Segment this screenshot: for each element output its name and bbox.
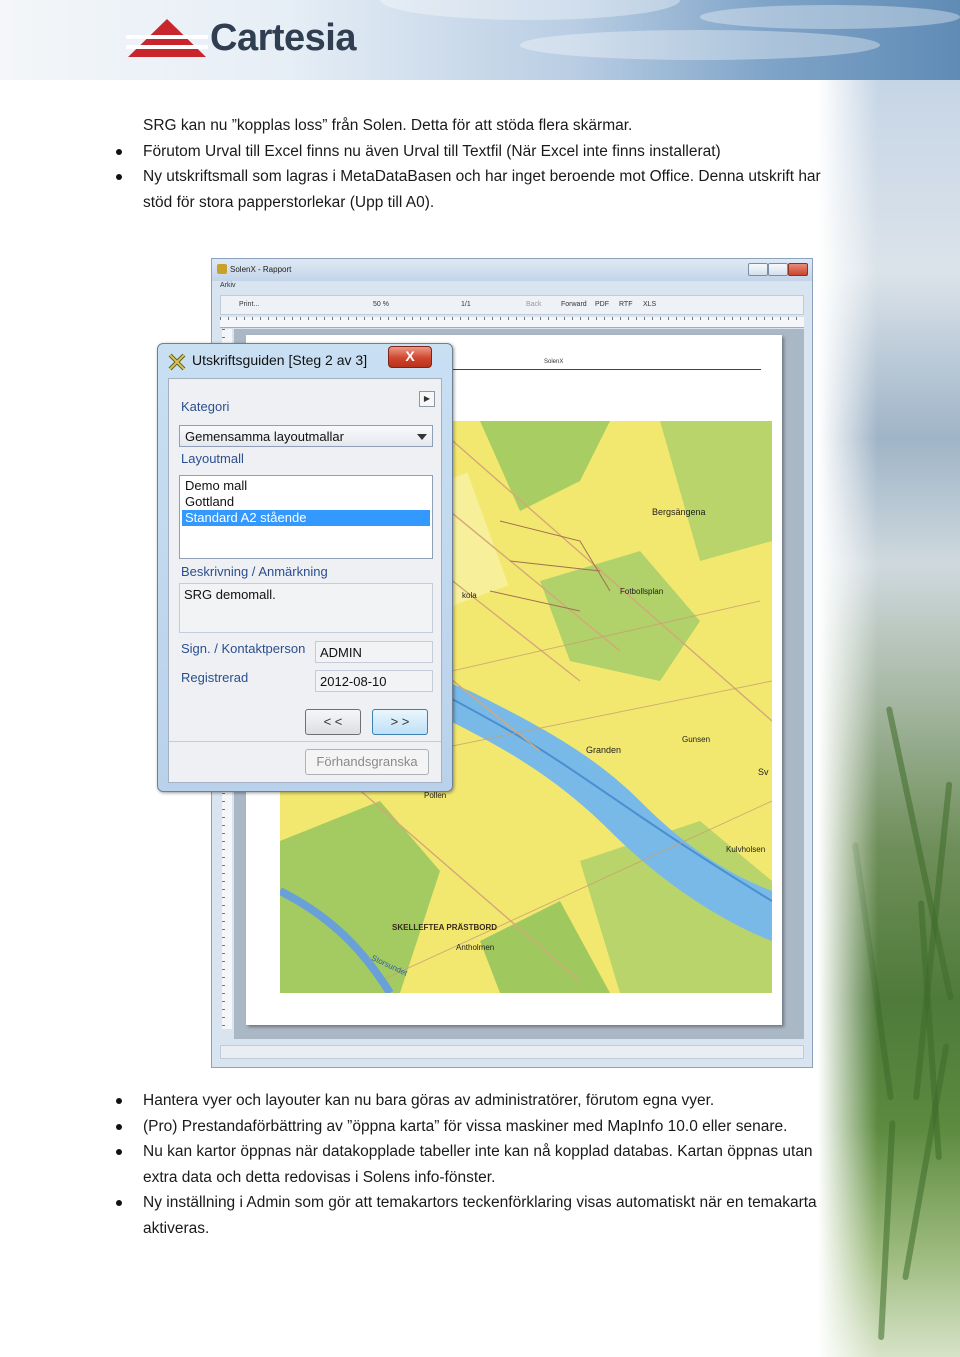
beskrivning-field[interactable]: SRG demomall. (179, 583, 433, 633)
horizontal-ruler (220, 317, 804, 328)
window-titlebar: SolenX - Rapport (212, 259, 812, 281)
minimize-icon[interactable] (748, 263, 768, 276)
forward-button[interactable]: Forward (561, 301, 587, 308)
intro-text: SRG kan nu ”kopplas loss” från Solen. De… (116, 113, 843, 215)
layoutmall-label: Layoutmall (181, 451, 244, 466)
dialog-close-button[interactable]: X (388, 346, 432, 368)
list-item-selected[interactable]: Standard A2 stående (182, 510, 430, 526)
logo-mark-icon (126, 19, 208, 57)
logo-text: Cartesia (210, 16, 356, 59)
registrerad-label: Registrerad (181, 670, 249, 685)
app-icon (217, 264, 227, 274)
dialog-title: Utskriftsguiden [Steg 2 av 3] (192, 352, 368, 368)
map-label: Pollen (424, 791, 447, 800)
back-button[interactable]: Back (526, 301, 542, 308)
print-button[interactable]: Print... (239, 301, 259, 308)
header-banner: Cartesia (0, 0, 960, 80)
bullet-item: (Pro) Prestandaförbättring av ”öppna kar… (116, 1114, 843, 1140)
dialog-body: Kategori ▶ Gemensamma layoutmallar Layou… (168, 378, 442, 783)
map-label: Granden (586, 745, 622, 755)
horizontal-scrollbar[interactable] (220, 1045, 804, 1059)
beskrivning-value: SRG demomall. (184, 587, 276, 602)
bullet-item: Ny utskriftsmall som lagras i MetaDataBa… (116, 164, 843, 215)
bullet-item: Ny inställning i Admin som gör att temak… (116, 1190, 843, 1241)
next-button[interactable]: > > (372, 709, 428, 735)
map-label: Antholmen (456, 943, 495, 952)
map-label: Sv (758, 767, 769, 777)
registrerad-field[interactable]: 2012-08-10 (315, 670, 433, 692)
outro-text: Hantera vyer och layouter kan nu bara gö… (116, 1088, 843, 1241)
map-label: kola (462, 591, 477, 600)
kategori-value: Gemensamma layoutmallar (185, 429, 344, 444)
chevron-down-icon (417, 434, 427, 440)
print-wizard-dialog: Utskriftsguiden [Steg 2 av 3] X Kategori… (157, 343, 453, 792)
menu-arkiv[interactable]: Arkiv (220, 282, 236, 289)
xls-button[interactable]: XLS (643, 301, 656, 308)
cartesia-logo: Cartesia (126, 14, 356, 62)
layoutmall-list[interactable]: Demo mall Gottland Standard A2 stående (179, 475, 433, 559)
toolbar: Print... 50 % 1/1 Back Forward PDF RTF X… (220, 295, 804, 315)
list-item[interactable]: Gottland (182, 494, 430, 510)
expand-icon[interactable]: ▶ (419, 391, 435, 407)
rtf-button[interactable]: RTF (619, 301, 632, 308)
kategori-label: Kategori (181, 399, 230, 414)
bullet-item: Förutom Urval till Excel finns nu även U… (116, 139, 843, 165)
menubar: Arkiv (212, 281, 812, 293)
previous-button[interactable]: < < (305, 709, 361, 735)
registrerad-value: 2012-08-10 (320, 674, 387, 689)
bullet-item: Hantera vyer och layouter kan nu bara gö… (116, 1088, 843, 1114)
window-title: SolenX - Rapport (230, 265, 292, 274)
kategori-select[interactable]: Gemensamma layoutmallar (179, 425, 433, 447)
preview-button[interactable]: Förhandsgranska (305, 749, 429, 775)
zoom-select[interactable]: 50 % (373, 301, 389, 308)
map-label: Fotbollsplan (620, 587, 664, 596)
page-header-text: SolenX (544, 359, 564, 365)
wizard-icon (168, 353, 186, 371)
pdf-button[interactable]: PDF (595, 301, 609, 308)
intro-line: SRG kan nu ”kopplas loss” från Solen. De… (143, 117, 633, 134)
sign-value: ADMIN (320, 645, 362, 660)
sign-label: Sign. / Kontaktperson (181, 641, 306, 656)
list-item[interactable]: Demo mall (182, 478, 430, 494)
maximize-icon[interactable] (768, 263, 788, 276)
map-label: Gunsen (682, 735, 711, 744)
close-icon[interactable] (788, 263, 808, 276)
bullet-item: Nu kan kartor öppnas när datakopplade ta… (116, 1139, 843, 1190)
sign-field[interactable]: ADMIN (315, 641, 433, 663)
page-field[interactable]: 1/1 (461, 301, 471, 308)
map-label: Bergsängena (652, 507, 706, 517)
map-label: SKELLEFTEA PRÄSTBORD (392, 923, 498, 932)
beskrivning-label: Beskrivning / Anmärkning (181, 564, 328, 579)
map-label: Kulvholsen (726, 845, 766, 854)
